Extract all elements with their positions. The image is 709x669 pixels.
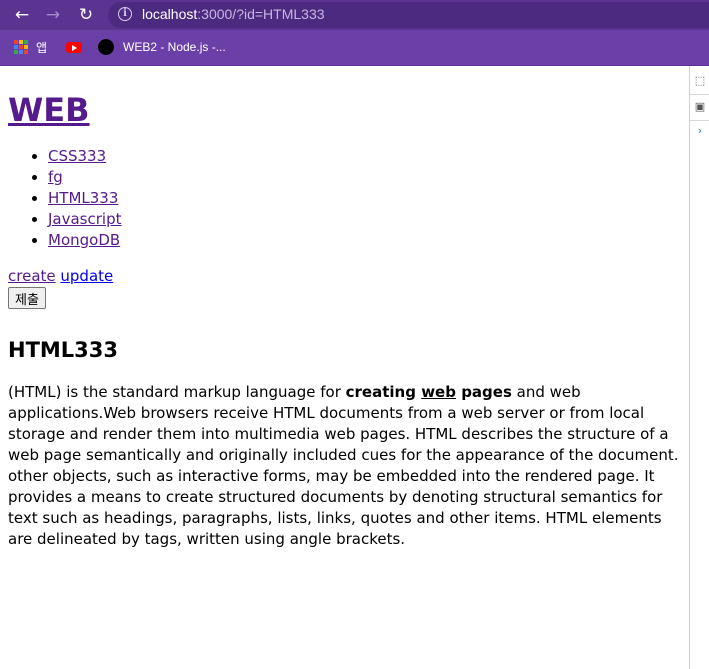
body-bold-2: pages (455, 383, 512, 401)
url-host: localhost (142, 6, 198, 22)
bookmarks-bar: 앱 WEB2 - Node.js -... (0, 30, 709, 66)
inspect-icon[interactable]: ⬚ (694, 72, 706, 90)
list-item: CSS333 (48, 146, 678, 167)
site-title: WEB (8, 88, 678, 132)
create-link[interactable]: create (8, 267, 56, 285)
site-title-link[interactable]: WEB (8, 91, 90, 129)
url-text[interactable]: localhost:3000/?id=HTML333 (142, 6, 325, 22)
body-rest: and web applications.Web browsers receiv… (8, 383, 679, 548)
apps-grid-icon (14, 40, 28, 54)
page-viewport: WEB CSS333 fg HTML333 Javascript MongoDB… (0, 66, 709, 669)
forward-arrow-icon[interactable]: → (42, 4, 64, 26)
doc-body: (HTML) is the standard markup language f… (8, 382, 680, 550)
topic-link[interactable]: CSS333 (48, 147, 106, 165)
url-path: :3000/?id=HTML333 (197, 6, 325, 22)
panel-toggle-icon[interactable]: ▣ (694, 98, 706, 116)
body-bold-phrase: creating web pages (346, 383, 512, 401)
body-intro: (HTML) is the standard markup language f… (8, 383, 346, 401)
bookmark-label: WEB2 - Node.js -... (123, 40, 226, 54)
list-item: fg (48, 167, 678, 188)
devtools-panel-edge: ⬚ ▣ › (689, 66, 709, 669)
bookmark-label: 앱 (36, 40, 48, 55)
topic-link[interactable]: Javascript (48, 210, 121, 228)
submit-button[interactable]: 제출 (8, 287, 46, 309)
info-icon[interactable]: i (118, 7, 132, 21)
list-item: HTML333 (48, 188, 678, 209)
browser-toolbar: ← → ↻ i localhost:3000/?id=HTML333 (0, 0, 709, 30)
address-bar[interactable]: i localhost:3000/?id=HTML333 (108, 2, 709, 28)
update-link[interactable]: update (60, 267, 113, 285)
body-web-link[interactable]: web (421, 383, 456, 401)
web2-favicon-icon (98, 39, 114, 55)
divider (690, 94, 709, 95)
list-item: Javascript (48, 209, 678, 230)
list-item: MongoDB (48, 230, 678, 251)
action-links: create update (8, 266, 678, 286)
youtube-icon (66, 41, 82, 53)
bookmark-apps[interactable]: 앱 (14, 38, 47, 56)
topic-link[interactable]: HTML333 (48, 189, 118, 207)
topic-link[interactable]: MongoDB (48, 231, 120, 249)
chevron-right-icon[interactable]: › (694, 122, 706, 140)
divider (690, 120, 709, 121)
doc-title: HTML333 (8, 338, 119, 362)
back-arrow-icon[interactable]: ← (11, 4, 33, 26)
topic-list: CSS333 fg HTML333 Javascript MongoDB (8, 146, 678, 251)
page-content: WEB CSS333 fg HTML333 Javascript MongoDB… (8, 66, 680, 550)
body-bold-1: creating (345, 383, 422, 401)
bookmark-youtube[interactable] (66, 38, 82, 56)
reload-icon[interactable]: ↻ (75, 4, 97, 26)
topic-link[interactable]: fg (48, 168, 63, 186)
bookmark-web2[interactable]: WEB2 - Node.js -... (98, 38, 226, 56)
